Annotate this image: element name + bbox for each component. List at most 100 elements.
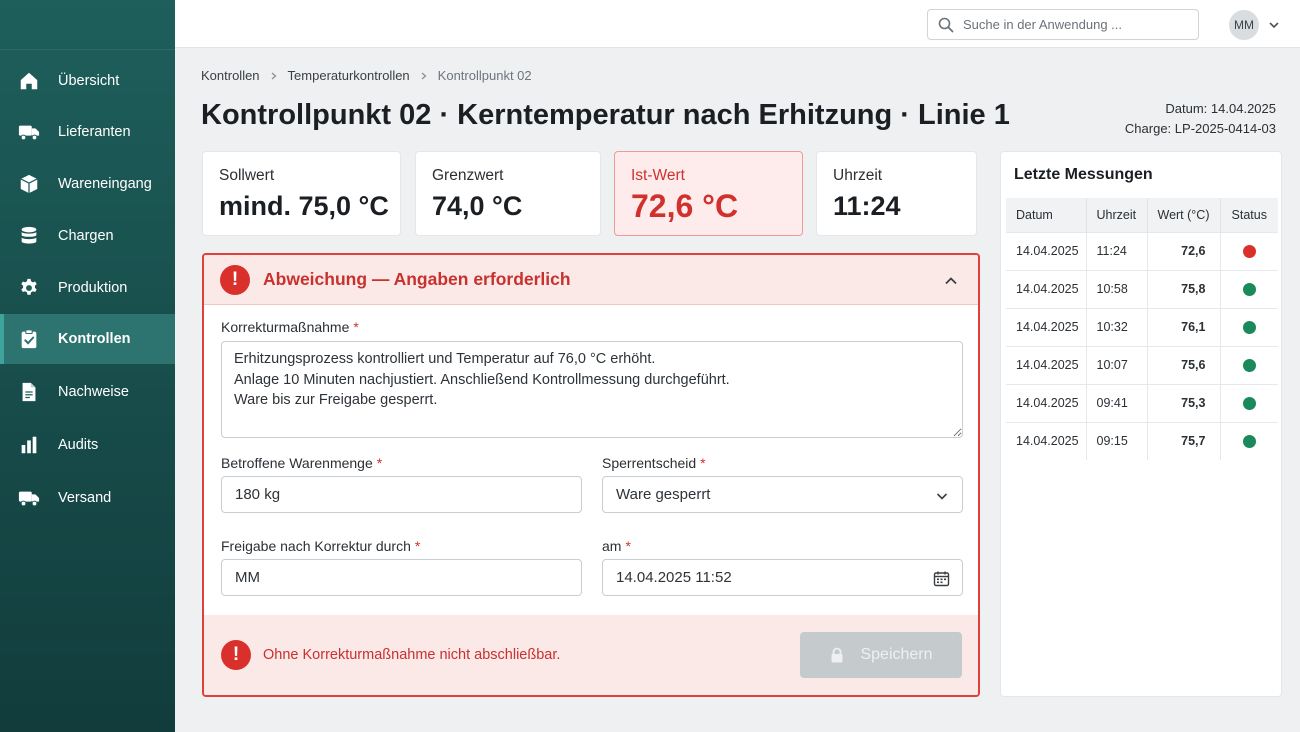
sidebar-item-label: Übersicht xyxy=(58,73,120,89)
cell-status xyxy=(1220,345,1278,384)
required-mark: * xyxy=(625,538,631,554)
deviation-header[interactable]: ! Abweichung — Angaben erforderlich xyxy=(204,255,978,305)
table-row[interactable]: 14.04.2025 10:32 76,1 xyxy=(1006,307,1278,346)
sperr-label-text: Sperrentscheid xyxy=(602,455,697,471)
sidebar-item-kontrollen[interactable]: Kontrollen xyxy=(0,314,175,364)
sidebar-item-label: Wareneingang xyxy=(58,176,152,192)
sidebar-item-label: Nachweise xyxy=(58,384,129,400)
cell-datum: 14.04.2025 xyxy=(1006,383,1087,422)
sidebar-item-versand[interactable]: Versand xyxy=(0,473,175,523)
truck-icon xyxy=(18,487,40,509)
search-input[interactable] xyxy=(963,17,1183,32)
cell-status xyxy=(1220,231,1278,270)
menge-input[interactable]: 180 kg xyxy=(221,476,582,513)
chevron-down-icon[interactable] xyxy=(1268,18,1280,30)
sidebar-item-chargen[interactable]: Chargen xyxy=(0,211,175,261)
cell-status xyxy=(1220,383,1278,422)
kpi-ist-wert: Ist-Wert 72,6 °C xyxy=(614,151,803,236)
table-header-row: Datum Uhrzeit Wert (°C) Status xyxy=(1006,198,1278,232)
column-header-status: Status xyxy=(1220,198,1278,232)
deviation-panel: ! Abweichung — Angaben erforderlich Korr… xyxy=(202,253,980,697)
document-icon xyxy=(18,381,40,403)
truck-icon xyxy=(18,121,40,143)
cell-datum: 14.04.2025 xyxy=(1006,269,1087,308)
sidebar-item-label: Versand xyxy=(58,490,112,506)
datum-value: 14.04.2025 xyxy=(1210,101,1276,116)
save-button-label: Speichern xyxy=(860,646,933,663)
measurements-title: Letzte Messungen xyxy=(1014,166,1153,183)
measurements-table: Datum Uhrzeit Wert (°C) Status 14.04.202… xyxy=(1006,198,1278,460)
am-label: am * xyxy=(602,538,631,554)
sidebar-item-uebersicht[interactable]: Übersicht xyxy=(0,56,175,106)
clipboard-check-icon xyxy=(18,328,40,350)
kpi-sollwert: Sollwert mind. 75,0 °C xyxy=(202,151,401,236)
korrektur-textarea[interactable]: Erhitzungsprozess kontrolliert und Tempe… xyxy=(221,341,963,438)
cell-status xyxy=(1220,307,1278,346)
am-value: 14.04.2025 11:52 xyxy=(616,569,732,586)
breadcrumb: Kontrollen Temperaturkontrollen Kontroll… xyxy=(201,68,532,83)
deviation-footer: ! Ohne Korrekturmaßnahme nicht abschließ… xyxy=(204,615,978,695)
kpi-value: mind. 75,0 °C xyxy=(219,191,389,221)
status-dot-ok xyxy=(1242,359,1256,373)
freigabe-label: Freigabe nach Korrektur durch * xyxy=(221,538,420,554)
sidebar-item-audits[interactable]: Audits xyxy=(0,420,175,470)
cell-datum: 14.04.2025 xyxy=(1006,231,1087,270)
kpi-value: 11:24 xyxy=(833,191,901,221)
sperr-select[interactable]: Ware gesperrt xyxy=(602,476,963,513)
cell-uhrzeit: 09:15 xyxy=(1086,421,1148,460)
measurements-panel: Letzte Messungen Datum Uhrzeit Wert (°C)… xyxy=(1000,151,1282,697)
sidebar-item-label: Produktion xyxy=(58,280,128,296)
cell-datum: 14.04.2025 xyxy=(1006,421,1087,460)
table-row[interactable]: 14.04.2025 09:15 75,7 xyxy=(1006,421,1278,460)
status-dot-error xyxy=(1242,245,1256,259)
breadcrumb-link-kontrollen[interactable]: Kontrollen xyxy=(201,68,260,83)
bar-chart-icon xyxy=(18,434,40,456)
sidebar-item-label: Kontrollen xyxy=(58,331,131,347)
status-dot-ok xyxy=(1242,435,1256,449)
kpi-grenzwert: Grenzwert 74,0 °C xyxy=(415,151,601,236)
database-icon xyxy=(18,225,40,247)
required-mark: * xyxy=(376,455,383,471)
cell-wert: 75,6 xyxy=(1147,345,1221,384)
cell-datum: 14.04.2025 xyxy=(1006,345,1087,384)
lock-icon xyxy=(829,647,845,663)
table-row[interactable]: 14.04.2025 09:41 75,3 xyxy=(1006,383,1278,422)
sidebar-item-label: Audits xyxy=(58,437,99,453)
chevron-down-icon xyxy=(935,489,950,504)
sidebar-item-label: Chargen xyxy=(58,228,114,244)
freigabe-label-text: Freigabe nach Korrektur durch xyxy=(221,538,411,554)
breadcrumb-current: Kontrollpunkt 02 xyxy=(437,68,532,83)
menge-label-text: Betroffene Warenmenge xyxy=(221,455,373,471)
freigabe-input[interactable]: MM xyxy=(221,559,582,596)
kpi-label: Ist-Wert xyxy=(631,167,685,184)
sidebar-item-nachweise[interactable]: Nachweise xyxy=(0,367,175,417)
table-row[interactable]: 14.04.2025 11:24 72,6 xyxy=(1006,231,1278,270)
search-box[interactable] xyxy=(927,9,1199,40)
table-row[interactable]: 14.04.2025 10:07 75,6 xyxy=(1006,345,1278,384)
cell-wert: 72,6 xyxy=(1147,231,1221,270)
footer-message: Ohne Korrekturmaßnahme nicht abschließba… xyxy=(263,647,561,663)
am-datetime-input[interactable]: 14.04.2025 11:52 xyxy=(602,559,963,596)
calendar-icon[interactable] xyxy=(933,570,950,587)
kpi-value: 72,6 °C xyxy=(631,188,739,224)
sidebar-brand-area xyxy=(0,0,175,50)
column-header-datum: Datum xyxy=(1006,198,1087,232)
column-header-wert: Wert (°C) xyxy=(1147,198,1221,232)
save-button[interactable]: Speichern xyxy=(800,632,962,678)
datum-label: Datum: xyxy=(1165,101,1208,116)
avatar[interactable]: MM xyxy=(1229,10,1259,40)
table-row[interactable]: 14.04.2025 10:58 75,8 xyxy=(1006,269,1278,308)
sidebar-item-lieferanten[interactable]: Lieferanten xyxy=(0,107,175,157)
cell-uhrzeit: 10:32 xyxy=(1086,307,1148,346)
breadcrumb-link-temperaturkontrollen[interactable]: Temperaturkontrollen xyxy=(288,68,410,83)
cell-datum: 14.04.2025 xyxy=(1006,307,1087,346)
gear-icon xyxy=(18,277,40,299)
sidebar-item-wareneingang[interactable]: Wareneingang xyxy=(0,159,175,209)
cell-wert: 76,1 xyxy=(1147,307,1221,346)
sperr-label: Sperrentscheid * xyxy=(602,455,706,471)
chevron-up-icon[interactable] xyxy=(944,274,958,288)
sidebar-item-produktion[interactable]: Produktion xyxy=(0,263,175,313)
search-icon xyxy=(938,17,954,33)
required-mark: * xyxy=(414,538,421,554)
column-header-uhrzeit: Uhrzeit xyxy=(1086,198,1148,232)
